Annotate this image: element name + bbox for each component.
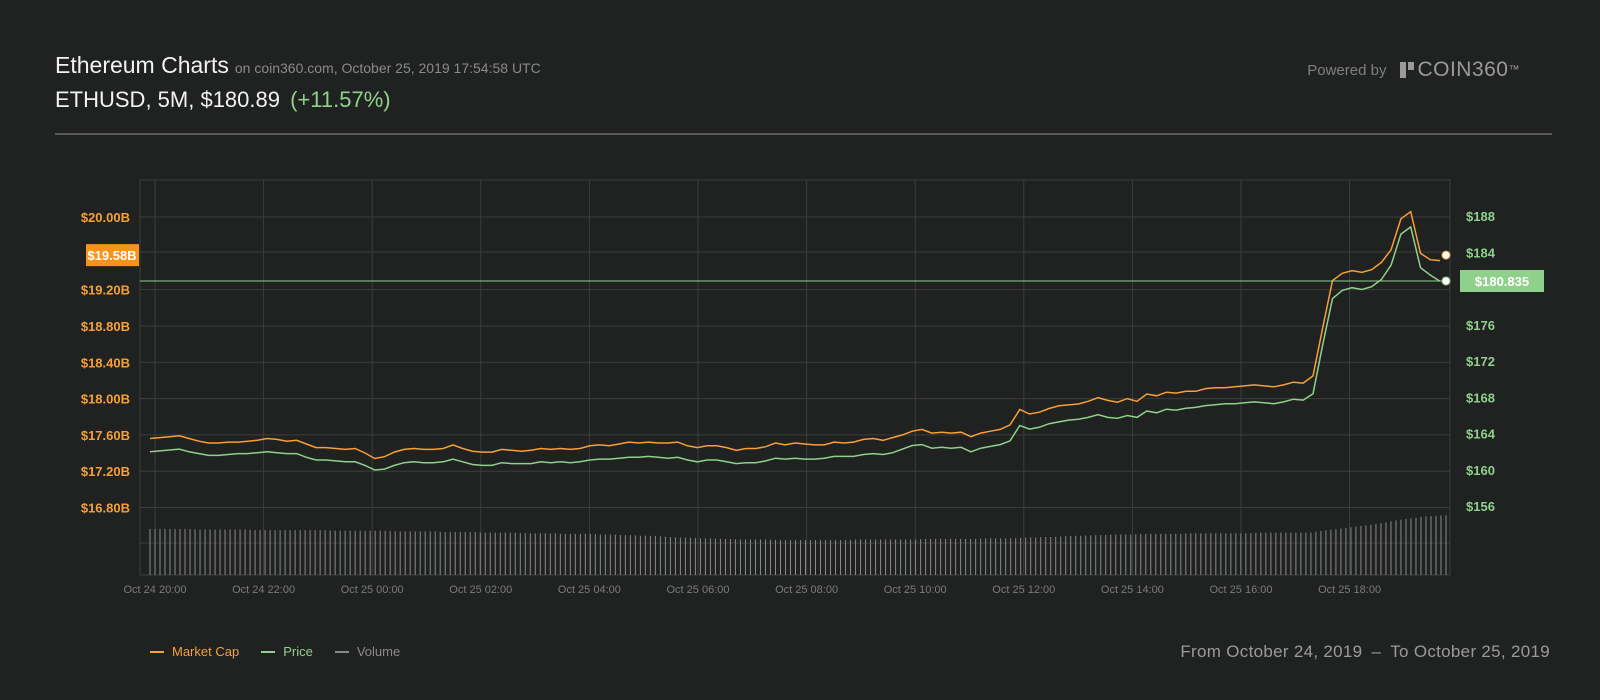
left-axis-label: $18.80B (81, 319, 130, 334)
legend-label-market-cap: Market Cap (172, 644, 240, 659)
x-tick-label: Oct 24 22:00 (232, 584, 295, 596)
x-tick-label: Oct 25 08:00 (775, 584, 838, 596)
plot-frame (139, 179, 1451, 576)
range-to: To October 25, 2019 (1390, 642, 1550, 661)
left-axis-label: $18.40B (81, 355, 130, 370)
right-axis-label: $160 (1466, 463, 1495, 478)
left-axis-label: $19.20B (81, 283, 130, 298)
price-chart[interactable]: Oct 24 20:00 Oct 24 22:00 Oct 25 00:00 Oct … (0, 0, 1600, 700)
right-axis-label: $188 (1466, 209, 1495, 224)
current-price-label: $180.835 (1475, 274, 1529, 289)
date-range: From October 24, 2019 – To October 25, 2… (1178, 642, 1552, 662)
current-market-cap-label: $19.58B (87, 248, 136, 263)
left-axis-label: $16.80B (81, 501, 130, 516)
legend-label-price: Price (283, 644, 313, 659)
legend-swatch-price (261, 650, 276, 653)
x-tick-label: Oct 25 18:00 (1318, 584, 1381, 596)
right-axis-label: $164 (1466, 427, 1496, 442)
market-cap-line[interactable] (149, 210, 1441, 460)
x-tick-label: Oct 25 02:00 (449, 584, 512, 596)
range-separator: – (1371, 642, 1382, 661)
x-tick-label: Oct 24 20:00 (124, 584, 187, 596)
x-tick-label: Oct 25 14:00 (1101, 584, 1164, 596)
price-line[interactable] (149, 225, 1441, 471)
left-axis-label: $20.00B (81, 210, 130, 225)
chart-legend: Market Cap Price Volume (150, 644, 422, 659)
x-tick-label: Oct 25 16:00 (1210, 584, 1273, 596)
right-axis-label: $184 (1466, 245, 1496, 260)
legend-item-market-cap[interactable]: Market Cap (150, 644, 239, 659)
legend-swatch-volume (334, 650, 349, 653)
left-axis-label: $17.20B (81, 464, 130, 479)
current-price-marker[interactable] (1441, 276, 1451, 286)
x-tick-label: Oct 25 10:00 (884, 584, 947, 596)
left-axis-label: $18.00B (81, 392, 130, 407)
legend-item-price[interactable]: Price (261, 644, 313, 659)
right-axis-label: $168 (1466, 390, 1495, 405)
x-tick-label: Oct 25 00:00 (341, 584, 404, 596)
right-axis-label: $176 (1466, 318, 1495, 333)
x-tick-label: Oct 25 12:00 (992, 584, 1055, 596)
range-from: From October 24, 2019 (1180, 642, 1363, 661)
left-axis-label: $17.60B (81, 428, 130, 443)
legend-item-volume[interactable]: Volume (334, 644, 401, 659)
legend-label-volume: Volume (356, 644, 401, 659)
right-axis-label: $172 (1466, 354, 1495, 369)
legend-swatch-market-cap (150, 650, 164, 653)
current-market-cap-marker[interactable] (1441, 250, 1451, 260)
x-tick-label: Oct 25 04:00 (558, 584, 621, 596)
x-tick-label: Oct 25 06:00 (667, 584, 730, 596)
right-axis-label: $156 (1466, 499, 1495, 514)
